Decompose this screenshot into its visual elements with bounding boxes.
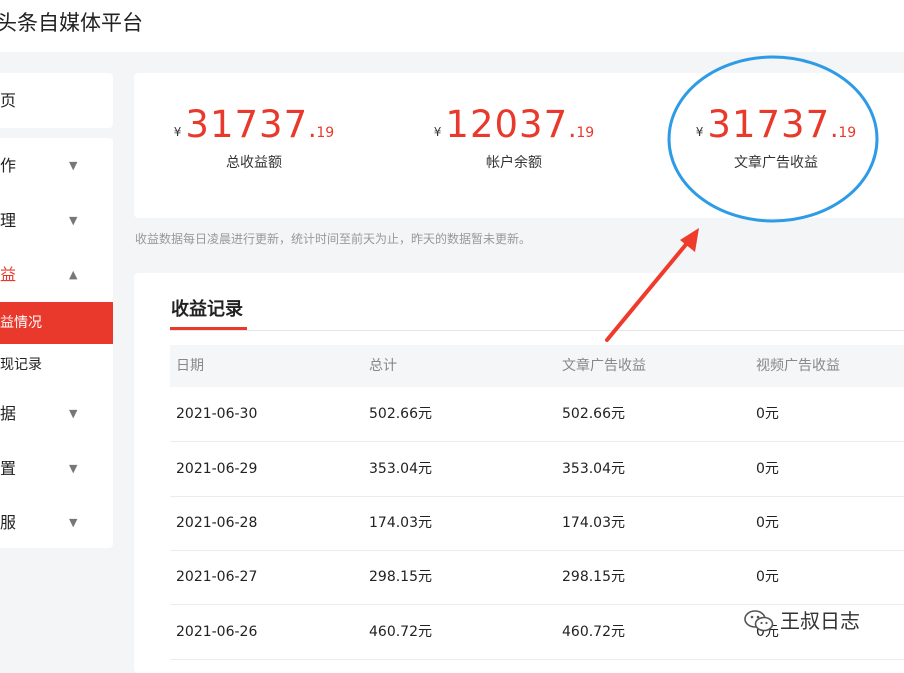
column-header-article-ad: 文章广告收益	[562, 358, 646, 374]
cell-video-ad: 0元	[756, 461, 779, 477]
table-row: 2021-06-28 174.03元 174.03元 0元	[170, 496, 904, 551]
wechat-icon	[744, 610, 774, 632]
column-header-date: 日期	[176, 358, 204, 374]
cell-article-ad: 298.15元	[562, 569, 625, 585]
top-bar: 头条自媒体平台	[0, 0, 904, 52]
stat-integer: 12037	[445, 103, 569, 146]
cell-article-ad: 460.72元	[562, 624, 625, 640]
stat-decimal: 19	[316, 125, 335, 141]
sidebar-item-earnings[interactable]: 益 ▲	[0, 255, 113, 295]
cell-date: 2021-06-27	[176, 569, 258, 585]
sidebar-home-card: 页	[0, 73, 113, 128]
chevron-down-icon: ▼	[69, 407, 78, 420]
cell-date: 2021-06-28	[176, 515, 258, 531]
watermark: 王叔日志	[744, 605, 860, 634]
earnings-summary-card: ¥31737.19 总收益额 ¥12037.19 帐户余额 ¥31737.19 …	[134, 73, 904, 218]
watermark-text: 王叔日志	[780, 609, 860, 633]
cell-date: 2021-06-26	[176, 624, 258, 640]
currency-symbol: ¥	[695, 125, 704, 139]
column-header-total: 总计	[369, 358, 397, 374]
stat-decimal: 19	[838, 125, 857, 141]
sidebar-subitem-label: 现记录	[0, 357, 42, 373]
cell-article-ad: 502.66元	[562, 406, 625, 422]
divider	[170, 330, 904, 331]
sidebar-menu: 作 ▼ 理 ▼ 益 ▲ 益情况 现记录 据 ▼ 置 ▼ 服 ▼	[0, 138, 113, 548]
stat-value: ¥31737.19	[173, 103, 335, 146]
chevron-up-icon: ▲	[69, 268, 78, 281]
currency-symbol: ¥	[173, 125, 182, 139]
sidebar-subitem-label: 益情况	[0, 315, 42, 331]
chevron-down-icon: ▼	[69, 516, 78, 529]
cell-total: 298.15元	[369, 569, 432, 585]
table-row: 2021-06-30 502.66元 502.66元 0元	[170, 387, 904, 442]
records-title: 收益记录	[171, 299, 243, 320]
stat-caption: 文章广告收益	[734, 155, 818, 171]
account-balance-stat: ¥12037.19 帐户余额	[424, 103, 604, 172]
stat-integer: 31737	[707, 103, 831, 146]
table-header: 日期 总计 文章广告收益 视频广告收益	[170, 345, 904, 387]
table-row: 2021-06-29 353.04元 353.04元 0元	[170, 442, 904, 497]
stat-caption: 帐户余额	[486, 155, 542, 171]
sidebar-subitem-earnings-overview[interactable]: 益情况	[0, 302, 113, 344]
arrow-head	[680, 228, 699, 252]
chevron-down-icon: ▼	[69, 159, 78, 172]
table-row: 2021-06-27 298.15元 298.15元 0元	[170, 550, 904, 605]
sidebar-item-label: 据	[0, 404, 17, 423]
sidebar-item-creation[interactable]: 作 ▼	[0, 146, 113, 186]
stat-value: ¥12037.19	[433, 103, 595, 146]
sidebar-subitem-withdraw-records[interactable]: 现记录	[0, 344, 113, 386]
chevron-down-icon: ▼	[69, 462, 78, 475]
article-ad-earnings-stat: ¥31737.19 文章广告收益	[686, 103, 866, 172]
update-note: 收益数据每日凌晨进行更新，统计时间至前天为止，昨天的数据暂未更新。	[135, 232, 532, 246]
cell-video-ad: 0元	[756, 569, 779, 585]
sidebar-item-service[interactable]: 服 ▼	[0, 503, 113, 543]
sidebar-item-label: 页	[0, 91, 17, 110]
total-earnings-stat: ¥31737.19 总收益额	[164, 103, 344, 172]
platform-title: 头条自媒体平台	[0, 11, 143, 35]
sidebar-item-data[interactable]: 据 ▼	[0, 394, 113, 434]
sidebar-item-label: 理	[0, 211, 17, 230]
sidebar-item-label: 置	[0, 459, 17, 478]
cell-date: 2021-06-30	[176, 406, 258, 422]
column-header-video-ad: 视频广告收益	[756, 358, 840, 374]
cell-date: 2021-06-29	[176, 461, 258, 477]
chevron-down-icon: ▼	[69, 214, 78, 227]
cell-total: 353.04元	[369, 461, 432, 477]
sidebar-item-label: 作	[0, 156, 17, 175]
cell-total: 174.03元	[369, 515, 432, 531]
stat-caption: 总收益额	[226, 155, 282, 171]
currency-symbol: ¥	[433, 125, 442, 139]
cell-total: 502.66元	[369, 406, 432, 422]
stat-value: ¥31737.19	[695, 103, 857, 146]
stat-integer: 31737	[185, 103, 309, 146]
sidebar-item-label: 益	[0, 265, 17, 284]
cell-article-ad: 174.03元	[562, 515, 625, 531]
cell-article-ad: 353.04元	[562, 461, 625, 477]
sidebar-item-management[interactable]: 理 ▼	[0, 201, 113, 241]
cell-total: 460.72元	[369, 624, 432, 640]
sidebar-item-settings[interactable]: 置 ▼	[0, 449, 113, 489]
stat-decimal: 19	[576, 125, 595, 141]
sidebar-item-label: 服	[0, 513, 17, 532]
cell-video-ad: 0元	[756, 515, 779, 531]
sidebar-item-home[interactable]: 页	[0, 81, 113, 121]
cell-video-ad: 0元	[756, 406, 779, 422]
